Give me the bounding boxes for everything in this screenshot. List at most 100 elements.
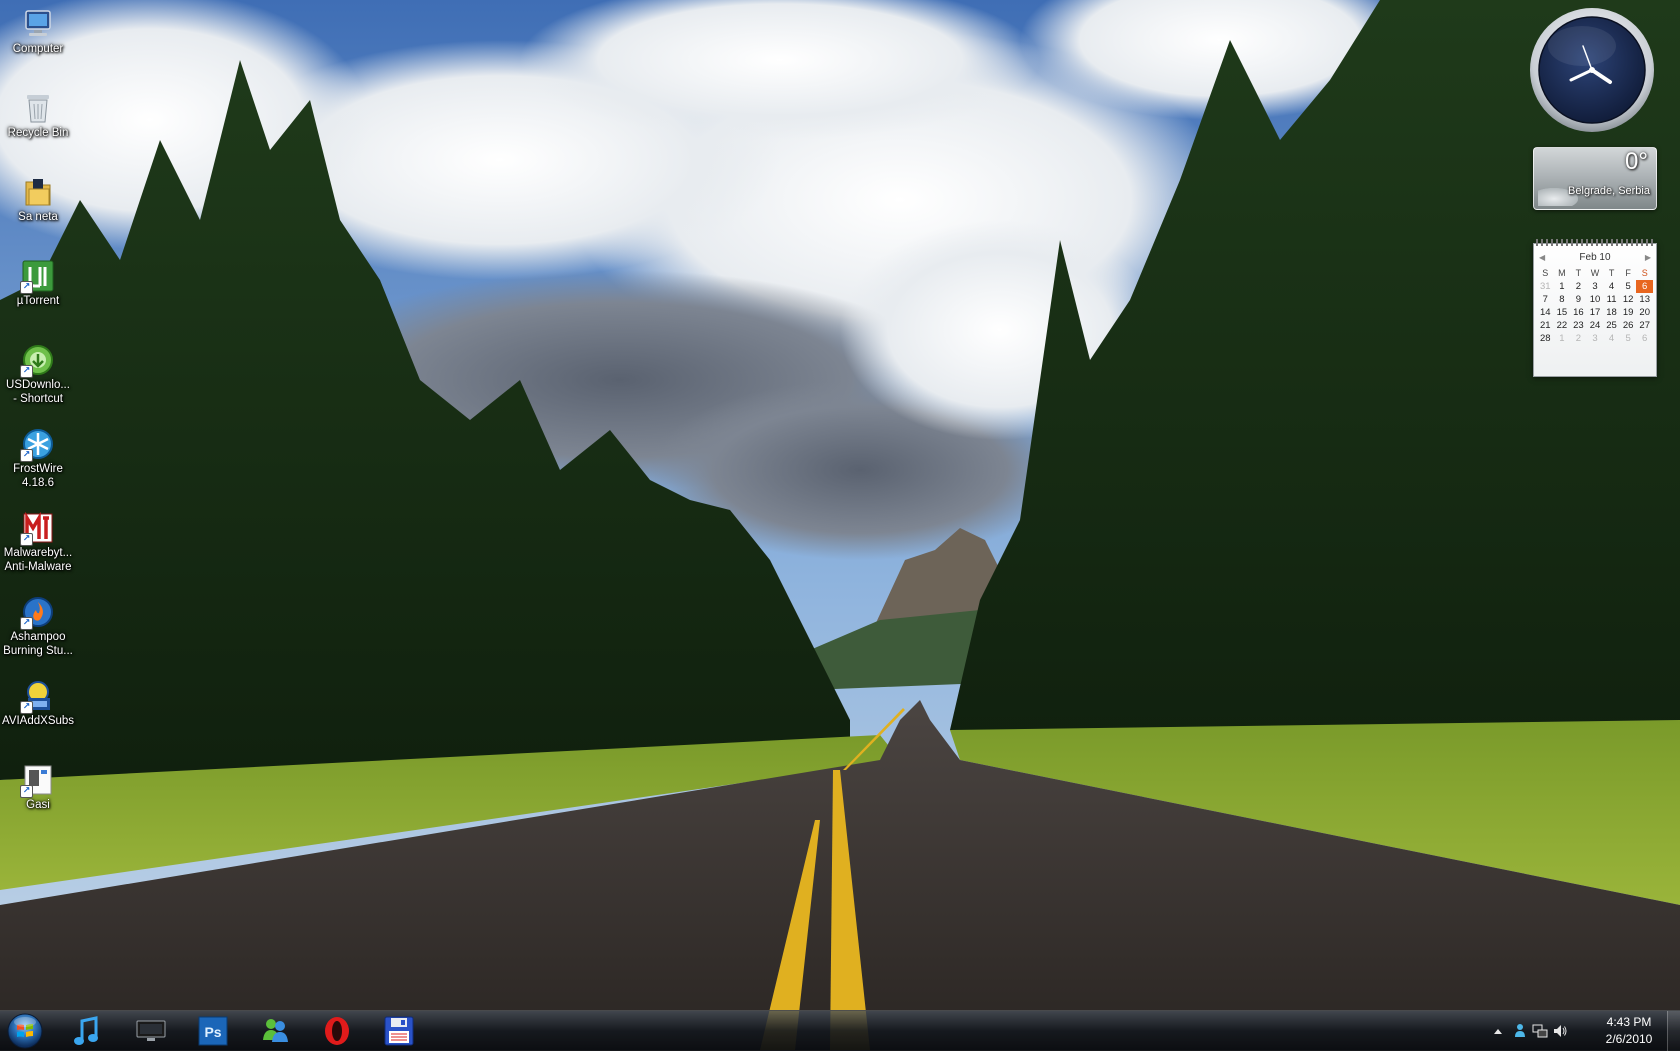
- messenger-status-icon[interactable]: [1512, 1023, 1528, 1039]
- shortcut-arrow-icon: ↗: [20, 449, 33, 462]
- network-icon[interactable]: [1532, 1023, 1548, 1039]
- desktop-icon-gasi[interactable]: ↗ Gasi: [2, 760, 74, 812]
- desktop-icon-label: Recycle Bin: [7, 127, 69, 139]
- calendar-gadget[interactable]: ◀ Feb 10 ▶ S M T W T F S 31 1 2 3 4 5 6 7 8 9 10 11 12 13 14 1…: [1533, 239, 1657, 377]
- clock-gadget[interactable]: [1528, 6, 1656, 134]
- desktop-icon-aviaddxsubs[interactable]: ↗ AVIAddXSubs: [2, 676, 74, 728]
- shutdown-shortcut-icon: ↗: [20, 764, 54, 798]
- ashampoo-icon: ↗: [20, 596, 54, 630]
- calendar-weekday: W: [1590, 268, 1600, 278]
- weather-gadget[interactable]: 0° Belgrade, Serbia: [1533, 147, 1657, 210]
- calendar-day[interactable]: 27: [1636, 319, 1653, 332]
- calendar-day[interactable]: 2: [1570, 332, 1587, 345]
- calendar-day[interactable]: 18: [1603, 306, 1620, 319]
- desktop-icon-recycle-bin[interactable]: Recycle Bin: [2, 88, 74, 140]
- calendar-day[interactable]: 22: [1554, 319, 1571, 332]
- desktop-icon-label: AVIAddXSubs: [2, 715, 75, 727]
- desktop-icon-malwarebytes[interactable]: ↗ Malwarebyt... Anti-Malware: [2, 508, 74, 574]
- windows-logo-icon: [7, 1013, 43, 1049]
- desktop-icon-sa-neta[interactable]: Sa neta: [2, 172, 74, 224]
- desktop-icon-label: Ashampoo Burning Stu...: [3, 631, 73, 657]
- taskbar: Ps 4:43 PM 2/6/2010: [0, 1010, 1680, 1051]
- calendar-day[interactable]: 5: [1620, 332, 1637, 345]
- calendar-day[interactable]: 6: [1636, 332, 1653, 345]
- photoshop-label: Ps: [204, 1024, 221, 1040]
- calendar-day[interactable]: 25: [1603, 319, 1620, 332]
- calendar-binding-rings: [1536, 239, 1654, 246]
- calendar-day[interactable]: 2: [1570, 280, 1587, 293]
- taskbar-media-player-button[interactable]: [61, 1013, 117, 1049]
- calendar-day[interactable]: 28: [1537, 332, 1554, 345]
- desktop-icon-label: USDownlo... - Shortcut: [6, 379, 70, 405]
- computer-icon: [22, 8, 54, 40]
- taskbar-messenger-button[interactable]: [247, 1013, 303, 1049]
- calendar-day[interactable]: 10: [1587, 293, 1604, 306]
- calendar-day[interactable]: 1: [1554, 332, 1571, 345]
- calendar-weekday: T: [1575, 268, 1582, 278]
- calendar-weekday: S: [1641, 268, 1648, 278]
- weather-location: Belgrade, Serbia: [1568, 185, 1650, 197]
- taskbar-time: 4:43 PM: [1606, 1015, 1652, 1029]
- calendar-day[interactable]: 5: [1620, 280, 1637, 293]
- desktop-icon-label: Gasi: [26, 799, 50, 811]
- calendar-day-today[interactable]: 6: [1636, 280, 1653, 293]
- calendar-day[interactable]: 31: [1537, 280, 1554, 293]
- calendar-day[interactable]: 20: [1636, 306, 1653, 319]
- calendar-day[interactable]: 4: [1603, 280, 1620, 293]
- desktop-icon-label: Computer: [12, 43, 64, 55]
- calendar-day[interactable]: 7: [1537, 293, 1554, 306]
- calendar-day[interactable]: 17: [1587, 306, 1604, 319]
- volume-icon[interactable]: [1552, 1023, 1568, 1039]
- recycle-bin-icon: [22, 92, 54, 124]
- shortcut-arrow-icon: ↗: [20, 365, 33, 378]
- calendar-day[interactable]: 21: [1537, 319, 1554, 332]
- calendar-next-month-icon[interactable]: ▶: [1645, 253, 1651, 262]
- calendar-day[interactable]: 8: [1554, 293, 1571, 306]
- desktop-icon-frostwire[interactable]: ↗ FrostWire 4.18.6: [2, 424, 74, 490]
- save-disk-icon: [384, 1016, 414, 1046]
- desktop-icon-label: Sa neta: [18, 211, 58, 223]
- calendar-day[interactable]: 19: [1620, 306, 1637, 319]
- desktop-icon-computer[interactable]: Computer: [2, 4, 74, 56]
- shortcut-arrow-icon: ↗: [20, 281, 33, 294]
- show-hidden-icons-arrow-icon[interactable]: [1490, 1023, 1506, 1039]
- calendar-day[interactable]: 11: [1603, 293, 1620, 306]
- shortcut-arrow-icon: ↗: [20, 617, 33, 630]
- taskbar-opera-button[interactable]: [309, 1013, 365, 1049]
- calendar-day[interactable]: 3: [1587, 280, 1604, 293]
- taskbar-photoshop-button[interactable]: Ps: [185, 1013, 241, 1049]
- desktop-wallpaper: [0, 0, 1680, 1050]
- calendar-day[interactable]: 4: [1603, 332, 1620, 345]
- calendar-day[interactable]: 9: [1570, 293, 1587, 306]
- desktop-icon-label: FrostWire 4.18.6: [13, 463, 63, 489]
- shortcut-arrow-icon: ↗: [20, 533, 33, 546]
- taskbar-clock[interactable]: 4:43 PM 2/6/2010: [1594, 1014, 1664, 1048]
- calendar-day[interactable]: 14: [1537, 306, 1554, 319]
- system-tray: 4:43 PM 2/6/2010: [1490, 1011, 1680, 1051]
- calendar-day[interactable]: 12: [1620, 293, 1637, 306]
- calendar-weekday: M: [1558, 268, 1566, 278]
- shortcut-arrow-icon: ↗: [20, 701, 33, 714]
- start-button[interactable]: [5, 1012, 45, 1050]
- desktop-icon-utorrent[interactable]: ↗ µTorrent: [2, 256, 74, 308]
- taskbar-save-disk-button[interactable]: [371, 1013, 427, 1049]
- opera-icon: [325, 1017, 349, 1045]
- calendar-prev-month-icon[interactable]: ◀: [1539, 253, 1545, 262]
- calendar-day[interactable]: 16: [1570, 306, 1587, 319]
- shortcut-arrow-icon: ↗: [20, 785, 33, 798]
- calendar-day[interactable]: 24: [1587, 319, 1604, 332]
- desktop-icon-usdownloader[interactable]: ↗ USDownlo... - Shortcut: [2, 340, 74, 406]
- calendar-day[interactable]: 15: [1554, 306, 1571, 319]
- calendar-day[interactable]: 3: [1587, 332, 1604, 345]
- calendar-day[interactable]: 1: [1554, 280, 1571, 293]
- desktop-icon-ashampoo[interactable]: ↗ Ashampoo Burning Stu...: [2, 592, 74, 658]
- calendar-day[interactable]: 23: [1570, 319, 1587, 332]
- taskbar-monitor-button[interactable]: [123, 1013, 179, 1049]
- calendar-grid: S M T W T F S 31 1 2 3 4 5 6 7 8 9 10 11 12 13 14 15 16 17 18 19 20…: [1534, 267, 1656, 345]
- show-desktop-button[interactable]: [1667, 1011, 1680, 1051]
- calendar-header: ◀ Feb 10 ▶: [1534, 247, 1656, 267]
- calendar-day[interactable]: 13: [1636, 293, 1653, 306]
- folder-icon: [22, 176, 54, 208]
- calendar-day[interactable]: 26: [1620, 319, 1637, 332]
- monitor-icon: [136, 1020, 166, 1041]
